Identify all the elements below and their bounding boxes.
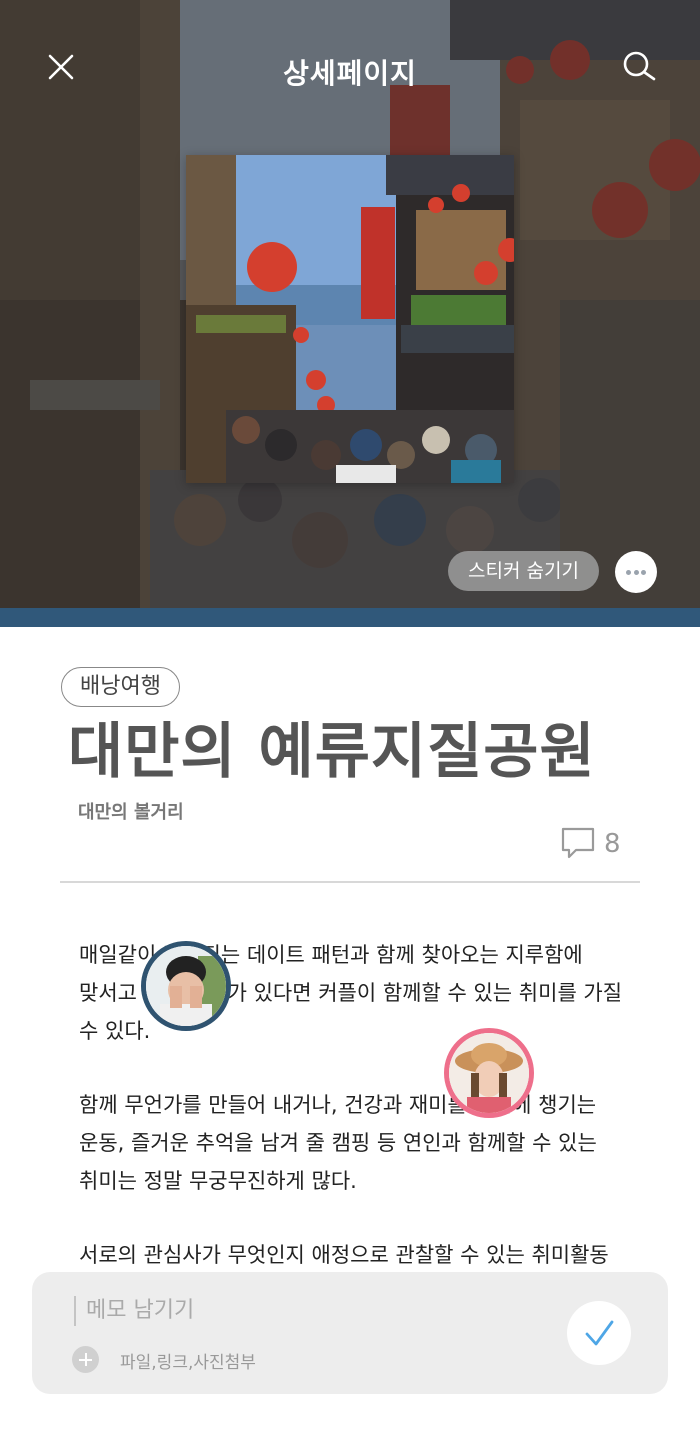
search-button[interactable]: [618, 46, 660, 88]
hero-bottom-strip: [0, 608, 700, 627]
street-photo-image: [186, 155, 514, 483]
check-icon: [585, 1320, 614, 1346]
more-options-button[interactable]: [615, 551, 657, 593]
comment-icon: [561, 827, 595, 859]
more-dot: [641, 570, 646, 575]
sticker-avatar-woman[interactable]: [444, 1028, 534, 1118]
top-bar: 상세페이지: [0, 0, 700, 140]
more-dot: [633, 570, 639, 575]
memo-caret: [74, 1296, 76, 1326]
article-title: 대만의 예류지질공원: [68, 717, 596, 787]
paragraph: 함께 무언가를 만들어 내거나, 건강과 재미를 동시에 챙기는 운동, 즐거운…: [79, 1093, 597, 1193]
avatar-photo: [449, 1033, 529, 1113]
comment-count: 8: [604, 829, 621, 859]
hero-section: 상세페이지 스티커 숨기기: [0, 0, 700, 610]
memo-composer: 파일,링크,사진첨부: [32, 1272, 668, 1394]
avatar-photo: [146, 946, 226, 1026]
plus-icon: [72, 1346, 99, 1373]
hide-stickers-button[interactable]: 스티커 숨기기: [448, 551, 599, 591]
attach-label: 파일,링크,사진첨부: [120, 1353, 256, 1373]
page-title: 상세페이지: [283, 57, 417, 90]
sticker-avatar-man[interactable]: [141, 941, 231, 1031]
submit-memo-button[interactable]: [567, 1301, 631, 1365]
hero-photo: [186, 155, 514, 483]
memo-input[interactable]: [86, 1292, 546, 1328]
more-dots-icon: [626, 570, 631, 575]
paragraph: 서로의 관심사가 무엇인지 애정으로 관찰할 수 있는 취미활동: [79, 1243, 609, 1267]
article-subtitle: 대만의 볼거리: [78, 802, 184, 823]
category-chip[interactable]: 배낭여행: [61, 667, 180, 707]
search-icon: [623, 51, 656, 81]
header-divider: [60, 881, 640, 883]
